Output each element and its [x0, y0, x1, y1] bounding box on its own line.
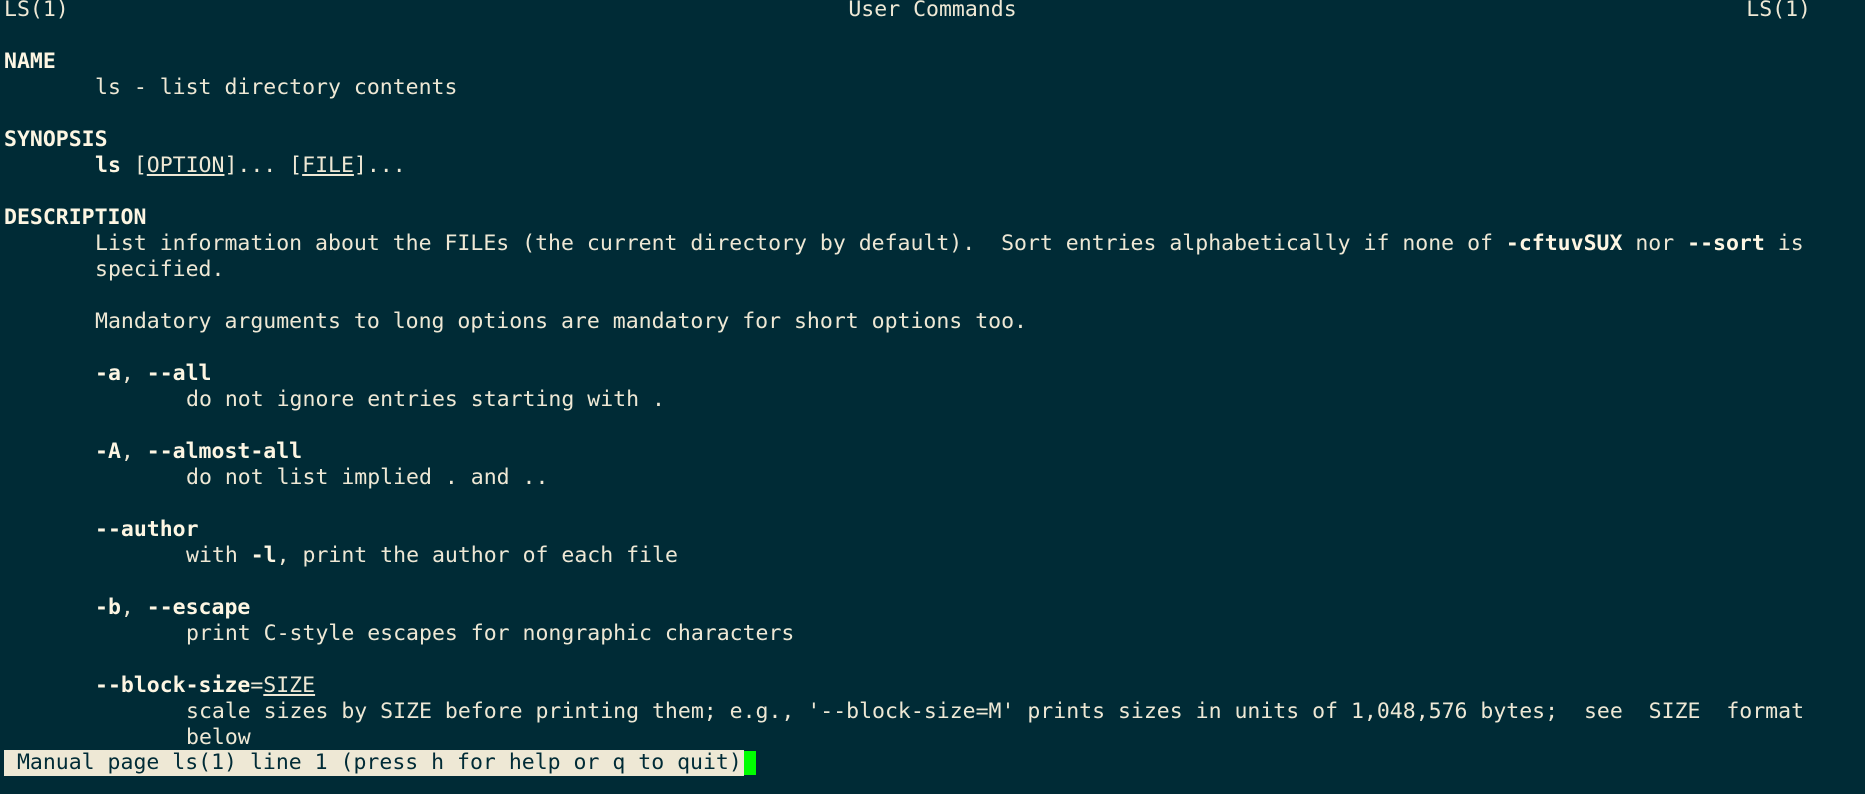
option-desc-a: with	[186, 543, 251, 568]
option-short: -A	[95, 439, 121, 464]
option-almost-all-flag: -A, --almost-all	[4, 439, 1861, 465]
synopsis-option: OPTION	[146, 153, 225, 178]
option-escape-flag: -b, --escape	[4, 595, 1861, 621]
description-para2: Mandatory arguments to long options are …	[95, 309, 1027, 334]
option-block-size-flag: --block-size=SIZE	[4, 673, 1861, 699]
description-para1-line2: specified.	[95, 257, 225, 282]
option-author-desc: with -l, print the author of each file	[4, 543, 1861, 569]
terminal-window[interactable]: LS(1) User Commands LS(1) NAME ls - list…	[4, 0, 1861, 751]
synopsis-open: [	[120, 153, 147, 178]
option-eq: =	[250, 673, 264, 698]
name-text: ls - list directory contents	[95, 75, 458, 100]
section-heading-name: NAME	[4, 49, 56, 74]
desc-text-e: is	[1764, 231, 1804, 256]
status-text: Manual page ls(1) line 1 (press h for he…	[4, 750, 744, 776]
desc-text-a: List information about the FILEs (the cu…	[95, 231, 1506, 256]
option-escape-desc: print C-style escapes for nongraphic cha…	[186, 621, 795, 646]
synopsis-line: ls [OPTION]... [FILE]...	[4, 153, 1861, 179]
option-long: --all	[146, 361, 212, 386]
option-all-desc: do not ignore entries starting with .	[186, 387, 665, 412]
option-desc-c: , print the author of each file	[276, 543, 678, 568]
option-long: --block-size	[95, 673, 251, 698]
man-header: LS(1) User Commands LS(1)	[4, 0, 1861, 23]
option-sep: ,	[120, 595, 147, 620]
option-short: -b	[95, 595, 121, 620]
synopsis-file: FILE	[302, 153, 354, 178]
option-sep: ,	[120, 361, 147, 386]
option-almost-all-desc: do not list implied . and ..	[186, 465, 549, 490]
option-arg: SIZE	[263, 673, 316, 698]
synopsis-cmd: ls	[95, 153, 121, 178]
pager-status-bar: Manual page ls(1) line 1 (press h for he…	[4, 750, 756, 776]
desc-text-c: nor	[1622, 231, 1688, 256]
description-para1-line1: List information about the FILEs (the cu…	[4, 231, 1861, 257]
option-long: --almost-all	[146, 439, 303, 464]
option-all-flag: -a, --all	[4, 361, 1861, 387]
section-heading-description: DESCRIPTION	[4, 205, 147, 230]
option-author-flag: --author	[95, 517, 199, 542]
header-right: LS(1)	[1746, 0, 1811, 22]
desc-flags: -cftuvSUX	[1505, 231, 1623, 256]
cursor-block[interactable]	[743, 751, 756, 775]
section-heading-synopsis: SYNOPSIS	[4, 127, 108, 152]
header-left: LS(1)	[4, 0, 69, 22]
option-sep: ,	[120, 439, 147, 464]
option-block-size-desc-line1: scale sizes by SIZE before printing them…	[186, 699, 1805, 724]
option-desc-l-flag: -l	[250, 543, 277, 568]
synopsis-close: ]...	[353, 153, 406, 178]
desc-sort-flag: --sort	[1687, 231, 1765, 256]
synopsis-mid: ]... [	[224, 153, 303, 178]
option-block-size-desc-line2: below	[186, 725, 251, 750]
option-short: -a	[95, 361, 121, 386]
option-long: --escape	[146, 595, 251, 620]
header-center: User Commands	[848, 0, 1017, 22]
